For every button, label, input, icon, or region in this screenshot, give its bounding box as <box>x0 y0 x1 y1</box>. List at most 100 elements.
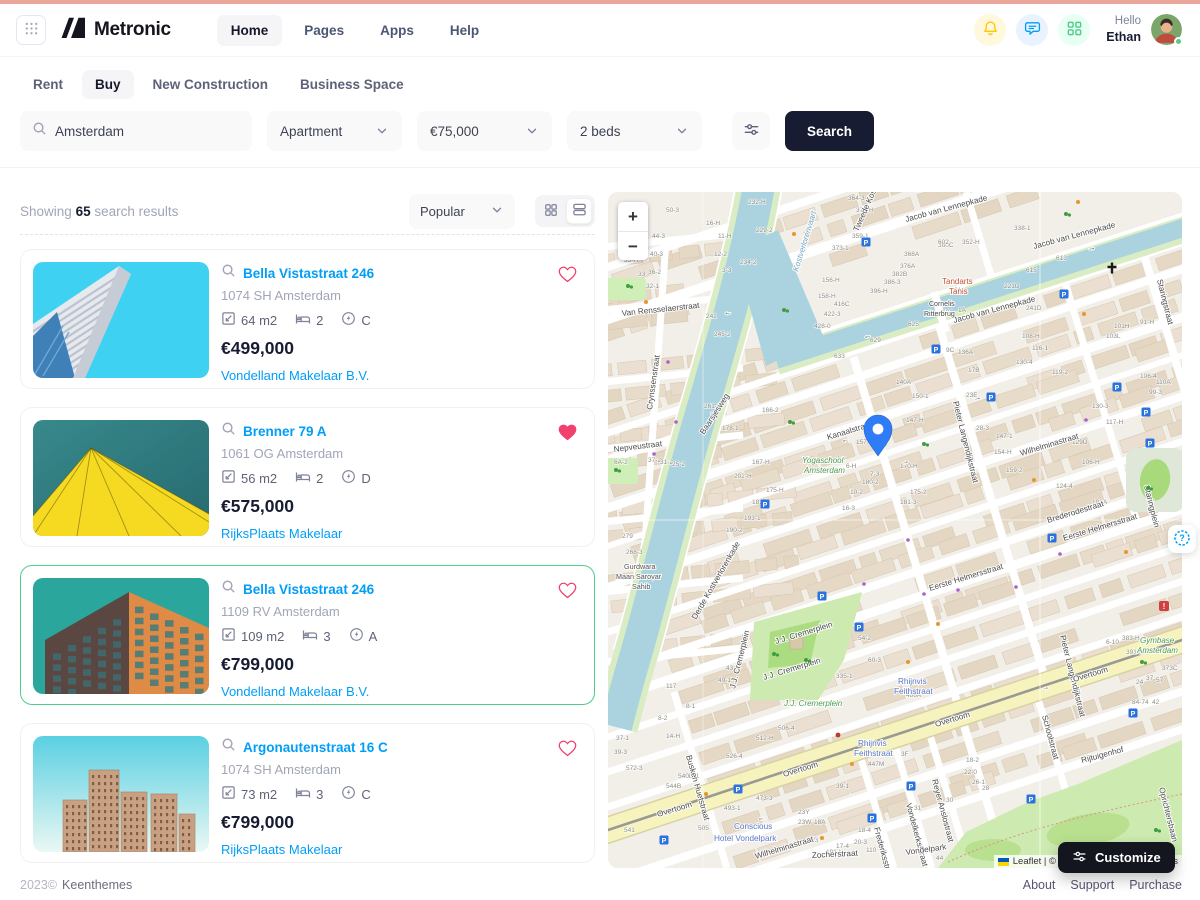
svg-text:17B: 17B <box>968 367 980 374</box>
agency-link[interactable]: RijksPlaats Makelaar <box>221 526 342 541</box>
app-launcher-button[interactable] <box>16 15 46 45</box>
svg-text:18-2: 18-2 <box>966 757 979 764</box>
nav-item-apps[interactable]: Apps <box>366 15 428 46</box>
divider <box>20 234 595 235</box>
svg-text:23Y: 23Y <box>798 809 810 816</box>
svg-text:124-4: 124-4 <box>1056 483 1073 490</box>
search-button[interactable]: Search <box>785 111 874 151</box>
search-icon <box>221 579 236 599</box>
svg-text:25-2: 25-2 <box>672 461 685 468</box>
search-panel: RentBuyNew ConstructionBusiness Space Ap… <box>0 57 1200 168</box>
svg-text:P: P <box>1050 536 1055 543</box>
agency-link[interactable]: Vondelland Makelaar B.V. <box>221 368 369 383</box>
list-view-icon <box>572 202 587 220</box>
svg-text:42: 42 <box>1152 699 1160 706</box>
map[interactable]: 364-3370-H359-1373-1368A376A382B386-3396… <box>608 192 1182 868</box>
svg-text:P: P <box>1131 711 1136 718</box>
svg-text:30: 30 <box>946 797 954 804</box>
filters-button[interactable] <box>732 112 770 150</box>
svg-text:32-1: 32-1 <box>646 283 659 290</box>
listing-title-link[interactable]: Argonautenstraat 16 C <box>243 740 388 755</box>
list-view-button[interactable] <box>566 198 592 224</box>
svg-text:16-3: 16-3 <box>842 505 855 512</box>
search-icon <box>221 737 236 757</box>
logo[interactable]: Metronic <box>60 17 171 43</box>
svg-text:22-0: 22-0 <box>964 769 977 776</box>
svg-text:383-H: 383-H <box>1122 635 1140 642</box>
listing-energy-label: C <box>361 313 370 328</box>
listing-title-link[interactable]: Bella Vistastraat 246 <box>243 266 374 281</box>
svg-text:368A: 368A <box>904 251 920 258</box>
svg-text:91-H: 91-H <box>1140 319 1154 326</box>
grid-view-button[interactable] <box>538 198 564 224</box>
svg-text:147-H: 147-H <box>906 417 924 424</box>
favorite-button[interactable] <box>557 580 578 599</box>
notifications-button[interactable] <box>974 14 1006 46</box>
zoom-out-button[interactable]: − <box>618 231 648 260</box>
svg-text:P: P <box>857 625 862 632</box>
svg-text:Amsterdam: Amsterdam <box>1136 646 1178 655</box>
svg-text:28: 28 <box>982 785 990 792</box>
svg-text:544B: 544B <box>666 783 681 790</box>
heart-icon <box>557 429 578 444</box>
svg-text:9C: 9C <box>946 347 955 354</box>
listing-specs: 56 m2 2 D <box>221 469 371 487</box>
location-input[interactable] <box>55 124 240 139</box>
apps-grid-icon <box>1066 20 1083 40</box>
favorite-button[interactable] <box>557 264 578 283</box>
tab-rent[interactable]: Rent <box>20 70 76 99</box>
svg-text:Yogaschool: Yogaschool <box>802 456 844 465</box>
map-canvas[interactable]: 364-3370-H359-1373-1368A376A382B386-3396… <box>608 192 1182 868</box>
property-photo <box>33 578 209 694</box>
price-select[interactable]: €75,000 <box>417 111 552 151</box>
agency-link[interactable]: Vondelland Makelaar B.V. <box>221 684 369 699</box>
property-type-select[interactable]: Apartment <box>267 111 402 151</box>
listing-address: 1074 SH Amsterdam <box>221 762 341 777</box>
svg-text:136A: 136A <box>958 349 974 356</box>
svg-text:24: 24 <box>1136 679 1144 686</box>
property-photo <box>33 736 209 852</box>
listing-card[interactable]: Bella Vistastraat 246 1109 RV Amsterdam … <box>20 565 595 705</box>
favorite-button[interactable] <box>557 422 578 441</box>
customize-button[interactable]: Customize <box>1058 842 1175 873</box>
svg-text:493-1: 493-1 <box>724 805 741 812</box>
energy-icon <box>349 627 364 645</box>
svg-text:39-3: 39-3 <box>614 749 627 756</box>
nav-item-home[interactable]: Home <box>217 15 283 46</box>
messages-button[interactable] <box>1016 14 1048 46</box>
tab-buy[interactable]: Buy <box>82 70 134 99</box>
sort-select[interactable]: Popular <box>409 194 515 229</box>
listing-card[interactable]: Brenner 79 A 1061 OG Amsterdam 56 m2 2 D… <box>20 407 595 547</box>
svg-text:338-1: 338-1 <box>1014 225 1031 232</box>
favorite-button[interactable] <box>557 738 578 757</box>
listing-card[interactable]: Argonautenstraat 16 C 1074 SH Amsterdam … <box>20 723 595 863</box>
help-floating-button[interactable]: ? <box>1168 525 1196 553</box>
svg-text:181-3: 181-3 <box>900 499 917 506</box>
avatar[interactable] <box>1151 14 1182 45</box>
listing-title-link[interactable]: Brenner 79 A <box>243 424 327 439</box>
svg-text:44-3: 44-3 <box>652 233 665 240</box>
apps-button[interactable] <box>1058 14 1090 46</box>
svg-text:60-3: 60-3 <box>868 657 881 664</box>
svg-text:8-2: 8-2 <box>658 715 668 722</box>
bedrooms-select[interactable]: 2 beds <box>567 111 702 151</box>
footer-link-support[interactable]: Support <box>1070 878 1114 892</box>
nav-item-help[interactable]: Help <box>436 15 493 46</box>
listing-title-link[interactable]: Bella Vistastraat 246 <box>243 582 374 597</box>
area-icon <box>221 785 236 803</box>
listing-card[interactable]: Bella Vistastraat 246 1074 SH Amsterdam … <box>20 249 595 389</box>
svg-text:130-3: 130-3 <box>1092 403 1109 410</box>
svg-text:Ritterbrug: Ritterbrug <box>924 311 955 318</box>
tab-business-space[interactable]: Business Space <box>287 70 417 99</box>
logo-text: Metronic <box>94 19 171 41</box>
footer-link-about[interactable]: About <box>1023 878 1056 892</box>
nav-item-pages[interactable]: Pages <box>290 15 358 46</box>
tab-new-construction[interactable]: New Construction <box>140 70 282 99</box>
svg-text:234-2: 234-2 <box>740 259 757 266</box>
svg-text:150-1: 150-1 <box>912 393 929 400</box>
svg-text:84-74: 84-74 <box>1132 699 1149 706</box>
agency-link[interactable]: RijksPlaats Makelaar <box>221 842 342 857</box>
footer-link-purchase[interactable]: Purchase <box>1129 878 1182 892</box>
svg-text:245-2: 245-2 <box>714 331 731 338</box>
zoom-in-button[interactable]: + <box>618 202 648 231</box>
